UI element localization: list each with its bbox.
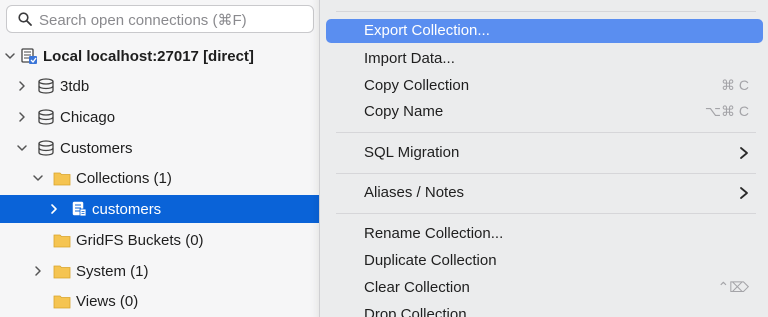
chevron-down-icon[interactable]	[16, 142, 28, 154]
menu-item-drop-collection[interactable]: Drop Collection	[326, 303, 763, 317]
database-label: Chicago	[60, 108, 116, 126]
menu-item-duplicate-collection[interactable]: Duplicate Collection	[326, 249, 763, 273]
menu-item-export-collection[interactable]: Export Collection...	[326, 19, 763, 43]
context-menu: Export Collection... Import Data... Copy…	[319, 0, 768, 317]
folder-icon	[53, 231, 71, 249]
menu-separator	[336, 11, 756, 12]
folder-icon	[53, 292, 71, 310]
collection-icon	[70, 200, 88, 218]
gridfs-folder-label: GridFS Buckets (0)	[76, 231, 204, 249]
folder-icon	[53, 262, 71, 280]
database-icon	[37, 139, 55, 157]
tree-row-gridfs-folder[interactable]: GridFS Buckets (0)	[0, 226, 320, 254]
menu-separator	[336, 132, 756, 133]
tree-row-system-folder[interactable]: System (1)	[0, 257, 320, 285]
menu-item-import-data[interactable]: Import Data...	[326, 47, 763, 71]
connection-tree-panel: Local localhost:27017 [direct] 3tdb	[0, 0, 320, 317]
collections-folder-label: Collections (1)	[76, 169, 172, 187]
menu-item-label: Copy Name	[364, 103, 444, 120]
menu-item-shortcut: ⌥⌘ C	[704, 103, 749, 119]
menu-item-rename-collection[interactable]: Rename Collection...	[326, 222, 763, 246]
database-label: 3tdb	[60, 77, 90, 95]
menu-item-label: Copy Collection	[364, 77, 470, 94]
menu-item-label: Clear Collection	[364, 279, 470, 296]
menu-separator	[336, 173, 756, 174]
chevron-right-icon	[740, 187, 748, 199]
menu-item-label: SQL Migration	[364, 144, 460, 161]
chevron-right-icon[interactable]	[32, 265, 44, 277]
system-folder-label: System (1)	[76, 262, 149, 280]
menu-item-label: Aliases / Notes	[364, 184, 465, 201]
chevron-down-icon[interactable]	[32, 172, 44, 184]
database-icon	[37, 77, 55, 95]
chevron-right-icon[interactable]	[16, 111, 28, 123]
tree-row-connection[interactable]: Local localhost:27017 [direct]	[0, 42, 320, 70]
menu-item-label: Export Collection...	[364, 22, 490, 39]
tree-row-database[interactable]: Chicago	[0, 103, 320, 131]
menu-item-sql-migration[interactable]: SQL Migration	[326, 141, 763, 165]
menu-item-shortcut: ⌘ C	[721, 77, 749, 93]
tree-row-database[interactable]: 3tdb	[0, 72, 320, 100]
menu-item-copy-collection[interactable]: Copy Collection ⌘ C	[326, 74, 763, 98]
tree-row-views-folder[interactable]: Views (0)	[0, 287, 320, 315]
menu-item-label: Duplicate Collection	[364, 252, 497, 269]
menu-item-label: Drop Collection	[364, 306, 467, 317]
menu-item-clear-collection[interactable]: Clear Collection ⌃⌦	[326, 276, 763, 300]
tree-row-collections-folder[interactable]: Collections (1)	[0, 164, 320, 192]
tree-row-collection-selected[interactable]: customers	[0, 195, 320, 223]
server-icon	[20, 47, 38, 65]
search-icon	[18, 12, 32, 26]
chevron-right-icon[interactable]	[48, 203, 60, 215]
folder-icon	[53, 169, 71, 187]
menu-separator	[336, 213, 756, 214]
menu-item-copy-name[interactable]: Copy Name ⌥⌘ C	[326, 100, 763, 124]
menu-item-aliases-notes[interactable]: Aliases / Notes	[326, 181, 763, 205]
chevron-right-icon	[740, 147, 748, 159]
menu-item-label: Rename Collection...	[364, 225, 504, 242]
collection-label: customers	[92, 200, 162, 218]
chevron-down-icon[interactable]	[4, 50, 16, 62]
tree-row-database[interactable]: Customers	[0, 134, 320, 162]
search-box[interactable]	[6, 5, 314, 33]
database-icon	[37, 108, 55, 126]
menu-item-label: Import Data...	[364, 50, 455, 67]
search-input[interactable]	[39, 10, 309, 30]
database-label: Customers	[60, 139, 133, 157]
menu-item-shortcut: ⌃⌦	[717, 279, 749, 295]
connection-label: Local localhost:27017 [direct]	[43, 47, 254, 65]
views-folder-label: Views (0)	[76, 292, 139, 310]
chevron-right-icon[interactable]	[16, 80, 28, 92]
